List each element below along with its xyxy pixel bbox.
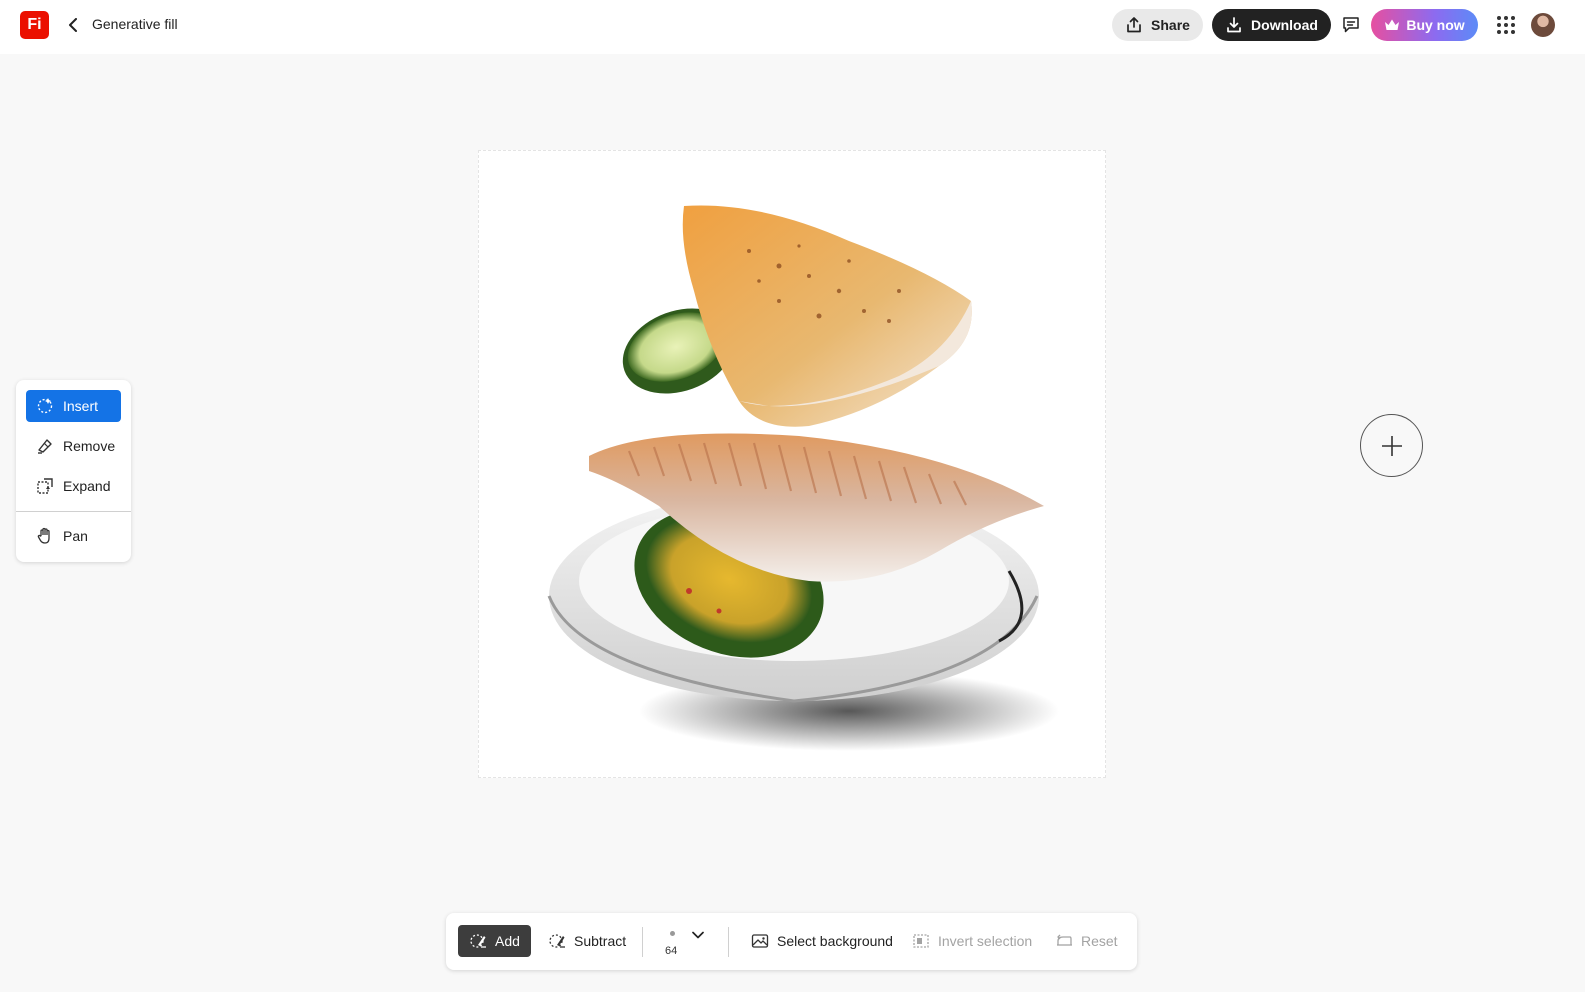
share-button[interactable]: Share (1112, 9, 1203, 41)
tool-remove-label: Remove (63, 438, 116, 454)
image-canvas[interactable] (478, 150, 1106, 778)
user-avatar[interactable] (1531, 13, 1555, 37)
crown-icon (1385, 19, 1400, 30)
toolbar-divider (728, 927, 729, 957)
download-button[interactable]: Download (1212, 9, 1331, 41)
expand-icon (37, 478, 53, 494)
add-selection-button[interactable]: Add (458, 925, 531, 957)
brush-add-icon (470, 934, 486, 948)
brush-size-dropdown[interactable]: 64 (654, 924, 714, 960)
brush-size-value: 64 (665, 945, 678, 957)
add-region-button[interactable] (1360, 414, 1423, 477)
app-logo[interactable]: Fi (20, 11, 49, 39)
subtract-selection-button[interactable]: Subtract (537, 925, 637, 957)
buy-now-button[interactable]: Buy now (1371, 9, 1478, 41)
download-label: Download (1251, 17, 1318, 33)
tool-expand-label: Expand (63, 478, 111, 494)
buy-now-label: Buy now (1406, 17, 1465, 33)
plus-icon (1381, 435, 1402, 456)
app-header: Fi Generative fill Share Download Buy no… (0, 0, 1585, 54)
comment-icon (1343, 17, 1359, 33)
subtract-label: Subtract (574, 933, 627, 949)
comment-button[interactable] (1340, 14, 1362, 36)
tool-pan-label: Pan (63, 528, 88, 544)
tool-insert[interactable]: Insert (26, 390, 121, 422)
image-icon (751, 934, 769, 948)
share-icon (1127, 17, 1141, 33)
reset-label: Reset (1081, 933, 1118, 949)
hand-icon (37, 527, 50, 544)
add-label: Add (495, 933, 520, 949)
chevron-left-icon (69, 18, 77, 32)
tool-divider (16, 511, 131, 512)
tool-pan[interactable]: Pan (26, 520, 121, 552)
tool-panel: Insert Remove Expand Pan (16, 380, 131, 562)
invert-selection-label: Invert selection (938, 933, 1033, 949)
tool-insert-label: Insert (63, 398, 99, 414)
chevron-down-icon (692, 931, 704, 939)
download-icon (1227, 17, 1241, 33)
food-image (547, 205, 1059, 751)
invert-selection-button[interactable]: Invert selection (901, 925, 1043, 957)
reset-button[interactable]: Reset (1044, 925, 1129, 957)
tool-remove[interactable]: Remove (26, 430, 121, 462)
apps-grid-button[interactable] (1496, 15, 1516, 35)
brush-size-dot (670, 931, 675, 936)
selection-toolbar: Add Subtract 64 Select background Invert… (446, 913, 1137, 970)
share-label: Share (1151, 17, 1190, 33)
invert-selection-icon (913, 934, 929, 948)
back-button[interactable] (64, 15, 82, 35)
tool-expand[interactable]: Expand (26, 470, 121, 502)
select-background-label: Select background (777, 933, 893, 949)
select-background-button[interactable]: Select background (740, 925, 904, 957)
apps-grid-icon (1497, 16, 1515, 34)
reset-icon (1057, 934, 1072, 946)
remove-icon (38, 439, 52, 454)
brush-subtract-icon (549, 934, 565, 948)
toolbar-divider (642, 927, 643, 957)
page-title: Generative fill (92, 16, 178, 32)
insert-icon (37, 398, 53, 414)
